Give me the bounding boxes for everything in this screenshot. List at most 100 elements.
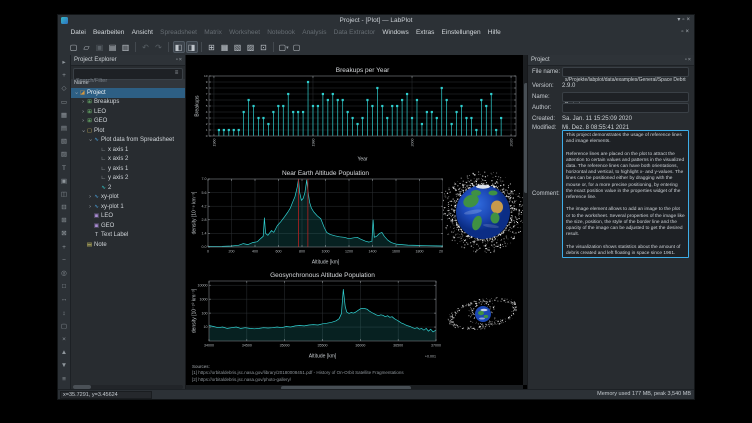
curve-icon: ∿	[100, 185, 107, 191]
tree-item-breakups[interactable]: ›⊞Breakups	[71, 98, 185, 108]
expander-open-icon[interactable]: ›	[80, 128, 86, 134]
svg-text:Altitude [km]: Altitude [km]	[309, 354, 337, 360]
new-datapicker-button[interactable]: ⊡	[258, 41, 270, 53]
expander-open-icon[interactable]: ›	[73, 90, 79, 96]
search-input[interactable]	[74, 76, 167, 86]
tree-item-leo[interactable]: ›⊞LEO	[71, 107, 185, 117]
plot-breakups-per-year[interactable]: 1960198020002020012345678910Breakups per…	[194, 64, 522, 163]
tree-item-label: Plot	[94, 128, 104, 134]
version-label: Version:	[532, 81, 554, 91]
plot-near-earth-altitude[interactable]: 02004006008001000120014001600180020000.0…	[191, 167, 448, 266]
sources-text-label[interactable]: Sources:[1] https://orbitaldebris.jsc.na…	[192, 364, 404, 383]
zoom-origin-icon[interactable]: ◎	[59, 267, 70, 280]
menu-bearbeiten[interactable]: Bearbeiten	[89, 26, 128, 39]
print-button[interactable]: ▤	[107, 41, 119, 53]
new-project-button[interactable]: ▢	[68, 41, 80, 53]
menu-hilfe[interactable]: Hilfe	[484, 26, 504, 39]
select-region-icon[interactable]: ▢	[59, 320, 70, 333]
svg-text:1960: 1960	[212, 139, 216, 147]
close-panel-icon[interactable]: ×	[179, 57, 183, 63]
tree-item-label: LEO	[101, 213, 113, 219]
svg-text:5: 5	[206, 104, 208, 108]
tree-item-x-axis-2[interactable]: ∟x axis 2	[71, 155, 185, 165]
geo-debris-image[interactable]	[443, 271, 525, 358]
svg-text:3: 3	[206, 116, 208, 120]
comment-field[interactable]: This project demonstrates the usage of r…	[562, 130, 689, 258]
tree-item-note[interactable]: ▤Note	[71, 240, 185, 250]
menu-extras[interactable]: Extras	[412, 26, 438, 39]
horizontal-layout-icon[interactable]: ⊟	[59, 201, 70, 214]
menu-windows[interactable]: Windows	[379, 26, 413, 39]
svg-text:5.6: 5.6	[202, 191, 207, 195]
toggle-project-explorer-button[interactable]: ◧	[173, 41, 185, 53]
print-preview-button[interactable]: ▥	[120, 41, 132, 53]
project-explorer-header[interactable]: Project Explorer ▫×	[71, 55, 185, 66]
new-matrix-button[interactable]: ▦	[219, 41, 231, 53]
open-project-button[interactable]: ▱	[81, 41, 93, 53]
close-panel-icon[interactable]: ×	[688, 57, 692, 63]
svg-text:0: 0	[207, 250, 209, 254]
new-plot-dropdown-button[interactable]: ▢▾	[278, 41, 290, 53]
tree-item-geo[interactable]: ▣GEO	[71, 221, 185, 231]
tree-item-xy-plot[interactable]: ›∿xy-plot	[71, 193, 185, 203]
tree-item-plot[interactable]: ›▢Plot	[71, 126, 185, 136]
new-spreadsheet-button[interactable]: ⊞	[206, 41, 218, 53]
fit-height-icon[interactable]: ↕	[59, 307, 70, 320]
file-name-label: File name:	[532, 67, 560, 77]
new-notebook-button[interactable]: ▨	[245, 41, 257, 53]
tree-item-geo[interactable]: ›⊞GEO	[71, 117, 185, 127]
tree-item-y-axis-2[interactable]: ∟y axis 2	[71, 174, 185, 184]
delete-element-icon[interactable]: ×	[59, 333, 70, 346]
new-worksheet-button[interactable]: ▧	[232, 41, 244, 53]
add-image-icon[interactable]: ▣	[59, 175, 70, 188]
add-cartesian-plot-four-axes-icon[interactable]: ▦	[59, 109, 70, 122]
add-text-label-icon[interactable]: T	[59, 162, 70, 175]
plot-geosynchronous-altitude[interactable]: 3400034500350003550036000365003700010100…	[191, 269, 441, 360]
break-layout-icon[interactable]: ⊠	[59, 227, 70, 240]
close-button[interactable]: ×	[686, 17, 692, 23]
lower-element-icon[interactable]: ▼	[59, 359, 70, 372]
undo-button: ↶	[140, 41, 152, 53]
svg-text:6: 6	[206, 98, 208, 102]
source-line: [2] https://orbitaldebris.jsc.nasa.gov/p…	[192, 377, 404, 383]
project-explorer-title: Project Explorer	[74, 57, 117, 63]
filter-options-icon[interactable]: ≡	[172, 69, 181, 77]
tree-item-xy-plot-1[interactable]: ›∿xy-plot 1	[71, 202, 185, 212]
crosshair-mode-icon[interactable]: +	[59, 69, 70, 82]
svg-text:Year: Year	[357, 157, 367, 163]
toggle-properties-explorer-button[interactable]: ◨	[186, 41, 198, 53]
raise-element-icon[interactable]: ▲	[59, 346, 70, 359]
add-cartesian-plot-box-icon[interactable]: ▨	[59, 148, 70, 161]
tree-item-plot-data-from-spreadsheet[interactable]: ›∿Plot data from Spreadsheet	[71, 136, 185, 146]
menu-einstellungen[interactable]: Einstellungen	[438, 26, 484, 39]
menu-datei[interactable]: Datei	[67, 26, 89, 39]
properties-header[interactable]: Project ▫×	[528, 55, 694, 66]
tree-item-leo[interactable]: ▣LEO	[71, 212, 185, 222]
menu-ansicht[interactable]: Ansicht	[128, 26, 157, 39]
zoom-out-icon[interactable]: −	[59, 254, 70, 267]
svg-text:36000: 36000	[355, 344, 365, 348]
mdi-close-button[interactable]: ×	[685, 29, 691, 35]
presenter-mode-icon[interactable]: ≡	[59, 373, 70, 386]
fit-page-icon[interactable]: □	[59, 280, 70, 293]
tree-item-2[interactable]: ∿2	[71, 183, 185, 193]
add-cartesian-plot-two-axes-icon[interactable]: ▤	[59, 122, 70, 135]
expander-open-icon[interactable]: ›	[87, 137, 93, 143]
zoom-select-mode-icon[interactable]: ▭	[59, 96, 70, 109]
tree-item-y-axis-1[interactable]: ∟y axis 1	[71, 164, 185, 174]
tree-item-project[interactable]: ›◪Project	[71, 88, 185, 98]
leo-debris-image[interactable]	[443, 166, 525, 259]
select-mode-icon[interactable]: ▸	[59, 56, 70, 69]
navigate-mode-icon[interactable]: ◇	[59, 82, 70, 95]
zoom-in-icon[interactable]: +	[59, 241, 70, 254]
fit-width-icon[interactable]: ↔	[59, 293, 70, 306]
add-cartesian-plot-centered-icon[interactable]: ▧	[59, 135, 70, 148]
vertical-layout-icon[interactable]: ◫	[59, 188, 70, 201]
new-note-button[interactable]: ▢	[291, 41, 303, 53]
tree-item-text-label[interactable]: TText Label	[71, 231, 185, 241]
grid-layout-icon[interactable]: ⊞	[59, 214, 70, 227]
menu-matrix: Matrix	[201, 26, 226, 39]
redo-button: ↷	[153, 41, 165, 53]
tree-item-x-axis-1[interactable]: ∟x axis 1	[71, 145, 185, 155]
svg-text:1980: 1980	[311, 139, 315, 147]
